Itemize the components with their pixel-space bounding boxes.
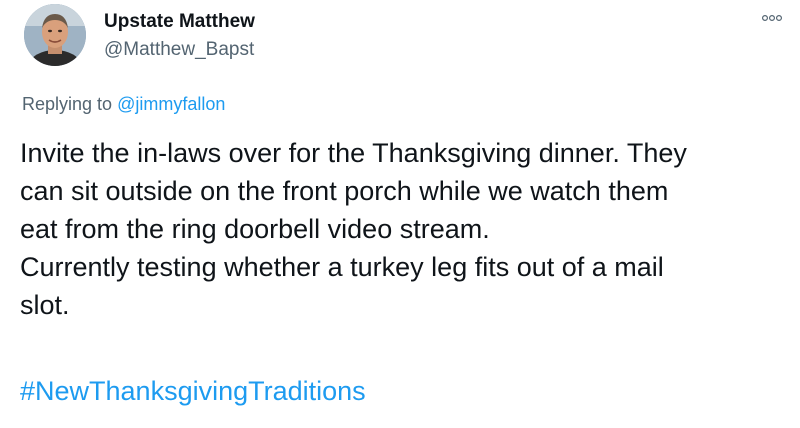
- tweet-card: Upstate Matthew @Matthew_Bapst Replying …: [0, 0, 800, 428]
- profile-photo-icon: [24, 4, 86, 66]
- user-handle[interactable]: @Matthew_Bapst: [104, 39, 254, 61]
- more-options-icon: [761, 14, 783, 22]
- replying-to: Replying to @jimmyfallon: [22, 94, 225, 115]
- hashtag-link[interactable]: #NewThanksgivingTraditions: [20, 372, 366, 410]
- avatar[interactable]: [24, 4, 86, 66]
- tweet-text-line: can sit outside on the front porch while…: [20, 176, 669, 206]
- tweet-text-line: Currently testing whether a turkey leg f…: [20, 252, 664, 282]
- more-options-button[interactable]: [760, 10, 784, 26]
- tweet-text: Invite the in-laws over for the Thanksgi…: [20, 134, 790, 324]
- display-name[interactable]: Upstate Matthew: [104, 11, 255, 33]
- reply-mention-link[interactable]: @jimmyfallon: [117, 94, 225, 114]
- tweet-text-line: eat from the ring doorbell video stream.: [20, 214, 490, 244]
- tweet-text-line: slot.: [20, 290, 70, 320]
- tweet-text-line: Invite the in-laws over for the Thanksgi…: [20, 138, 687, 168]
- replying-to-label: Replying to: [22, 94, 118, 114]
